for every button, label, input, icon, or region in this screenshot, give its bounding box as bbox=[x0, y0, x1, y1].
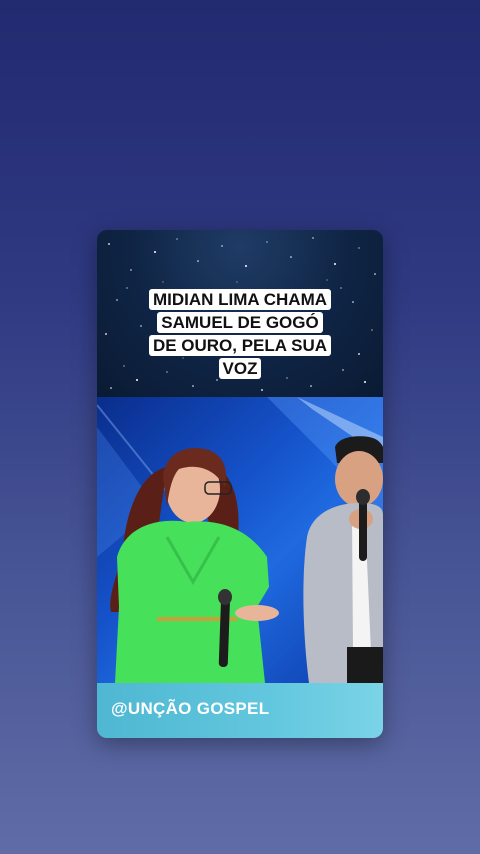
stage-scene bbox=[97, 397, 383, 683]
caption-text: MIDIAN LIMA CHAMA SAMUEL DE GOGÓ DE OURO… bbox=[97, 288, 383, 380]
caption-line-2: SAMUEL DE GOGÓ bbox=[157, 312, 323, 333]
boy-figure bbox=[303, 436, 383, 683]
caption-line-4: VOZ bbox=[218, 358, 262, 379]
video-card[interactable]: MIDIAN LIMA CHAMA SAMUEL DE GOGÓ DE OURO… bbox=[97, 230, 383, 738]
caption-line-1: MIDIAN LIMA CHAMA bbox=[148, 289, 332, 310]
watermark-band: @UNÇÃO GOSPEL bbox=[97, 683, 383, 738]
watermark-text: @UNÇÃO GOSPEL bbox=[111, 699, 270, 718]
video-frame[interactable] bbox=[97, 397, 383, 683]
caption-line-3: DE OURO, PELA SUA bbox=[148, 335, 332, 356]
starfield-banner: MIDIAN LIMA CHAMA SAMUEL DE GOGÓ DE OURO… bbox=[97, 230, 383, 397]
